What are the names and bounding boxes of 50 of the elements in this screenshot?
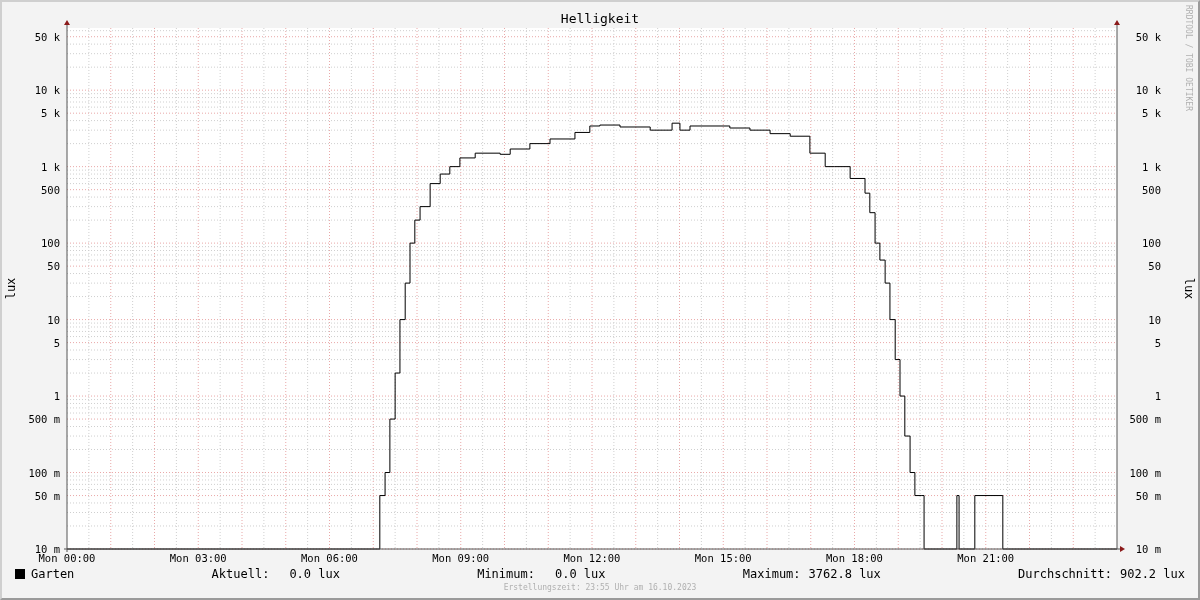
y-tick-label: 100 [41, 237, 60, 250]
y-tick-label: 50 [47, 260, 60, 273]
graph-title: Helligkeit [560, 11, 640, 26]
y-tick-label: 10 k [1135, 84, 1161, 97]
y-tick-label: 10 [1148, 313, 1161, 326]
stat-value: 3762.8 lux [808, 566, 881, 583]
stat-label: Maximum: [742, 566, 801, 583]
stat-value: 0.0 lux [554, 566, 606, 583]
y-tick-label: 500 m [28, 413, 60, 426]
legend-series-name: Garten [31, 566, 75, 583]
x-tick-label: Mon 18:00 [826, 552, 883, 564]
x-tick-label: Mon 09:00 [432, 552, 490, 564]
y-tick-label: 5 k [1142, 107, 1161, 120]
y-tick-label: 1 k [41, 160, 60, 173]
stat-value: 902.2 lux [1119, 566, 1185, 583]
y-tick-label: 50 k [34, 30, 60, 43]
creation-time-text: Erstellungszeit: 23:55 Uhr am 16.10.2023 [503, 584, 697, 592]
y-tick-label: 10 [47, 313, 60, 326]
y-tick-label: 50 m [1135, 489, 1161, 502]
stat-label: Minimum: [477, 566, 535, 583]
stat-label: Aktuell: [211, 566, 270, 583]
y-tick-label: 50 [1148, 260, 1161, 273]
y-tick-label: 10 k [34, 84, 60, 97]
y-tick-label: 100 m [28, 466, 60, 479]
stat-label: Durchschnitt: [1018, 566, 1112, 583]
y-tick-label: 1 [53, 390, 60, 403]
y-axis-label: lux [1182, 277, 1196, 300]
y-tick-label: 5 [1154, 336, 1161, 349]
y-tick-label: 50 k [1135, 30, 1161, 43]
y-tick-label: 100 [1142, 237, 1161, 250]
y-tick-label: 10 m [1135, 543, 1161, 555]
y-tick-label: 5 k [41, 107, 60, 120]
y-axis-label: lux [4, 277, 18, 300]
stat-value: 0.0 lux [289, 566, 340, 583]
y-tick-label: 50 m [34, 489, 60, 502]
x-tick-label: Mon 06:00 [301, 552, 358, 564]
x-tick-label: Mon 21:00 [957, 552, 1015, 564]
y-tick-label: 500 [1142, 183, 1161, 196]
y-tick-label: 500 m [1129, 413, 1161, 426]
x-tick-label: Mon 00:00 [38, 552, 96, 564]
x-tick-label: Mon 15:00 [694, 552, 752, 564]
y-tick-label: 1 [1154, 390, 1161, 403]
y-tick-label: 500 [41, 183, 60, 196]
y-tick-label: 1 k [1142, 160, 1161, 173]
x-tick-label: Mon 03:00 [169, 552, 227, 564]
y-tick-label: 100 m [1129, 466, 1161, 479]
y-tick-label: 5 [53, 336, 60, 349]
y-tick-label: 10 m [34, 543, 60, 555]
credit-text: RRDTOOL / TOBI OETIKER [1184, 5, 1193, 111]
x-tick-label: Mon 12:00 [563, 552, 621, 564]
